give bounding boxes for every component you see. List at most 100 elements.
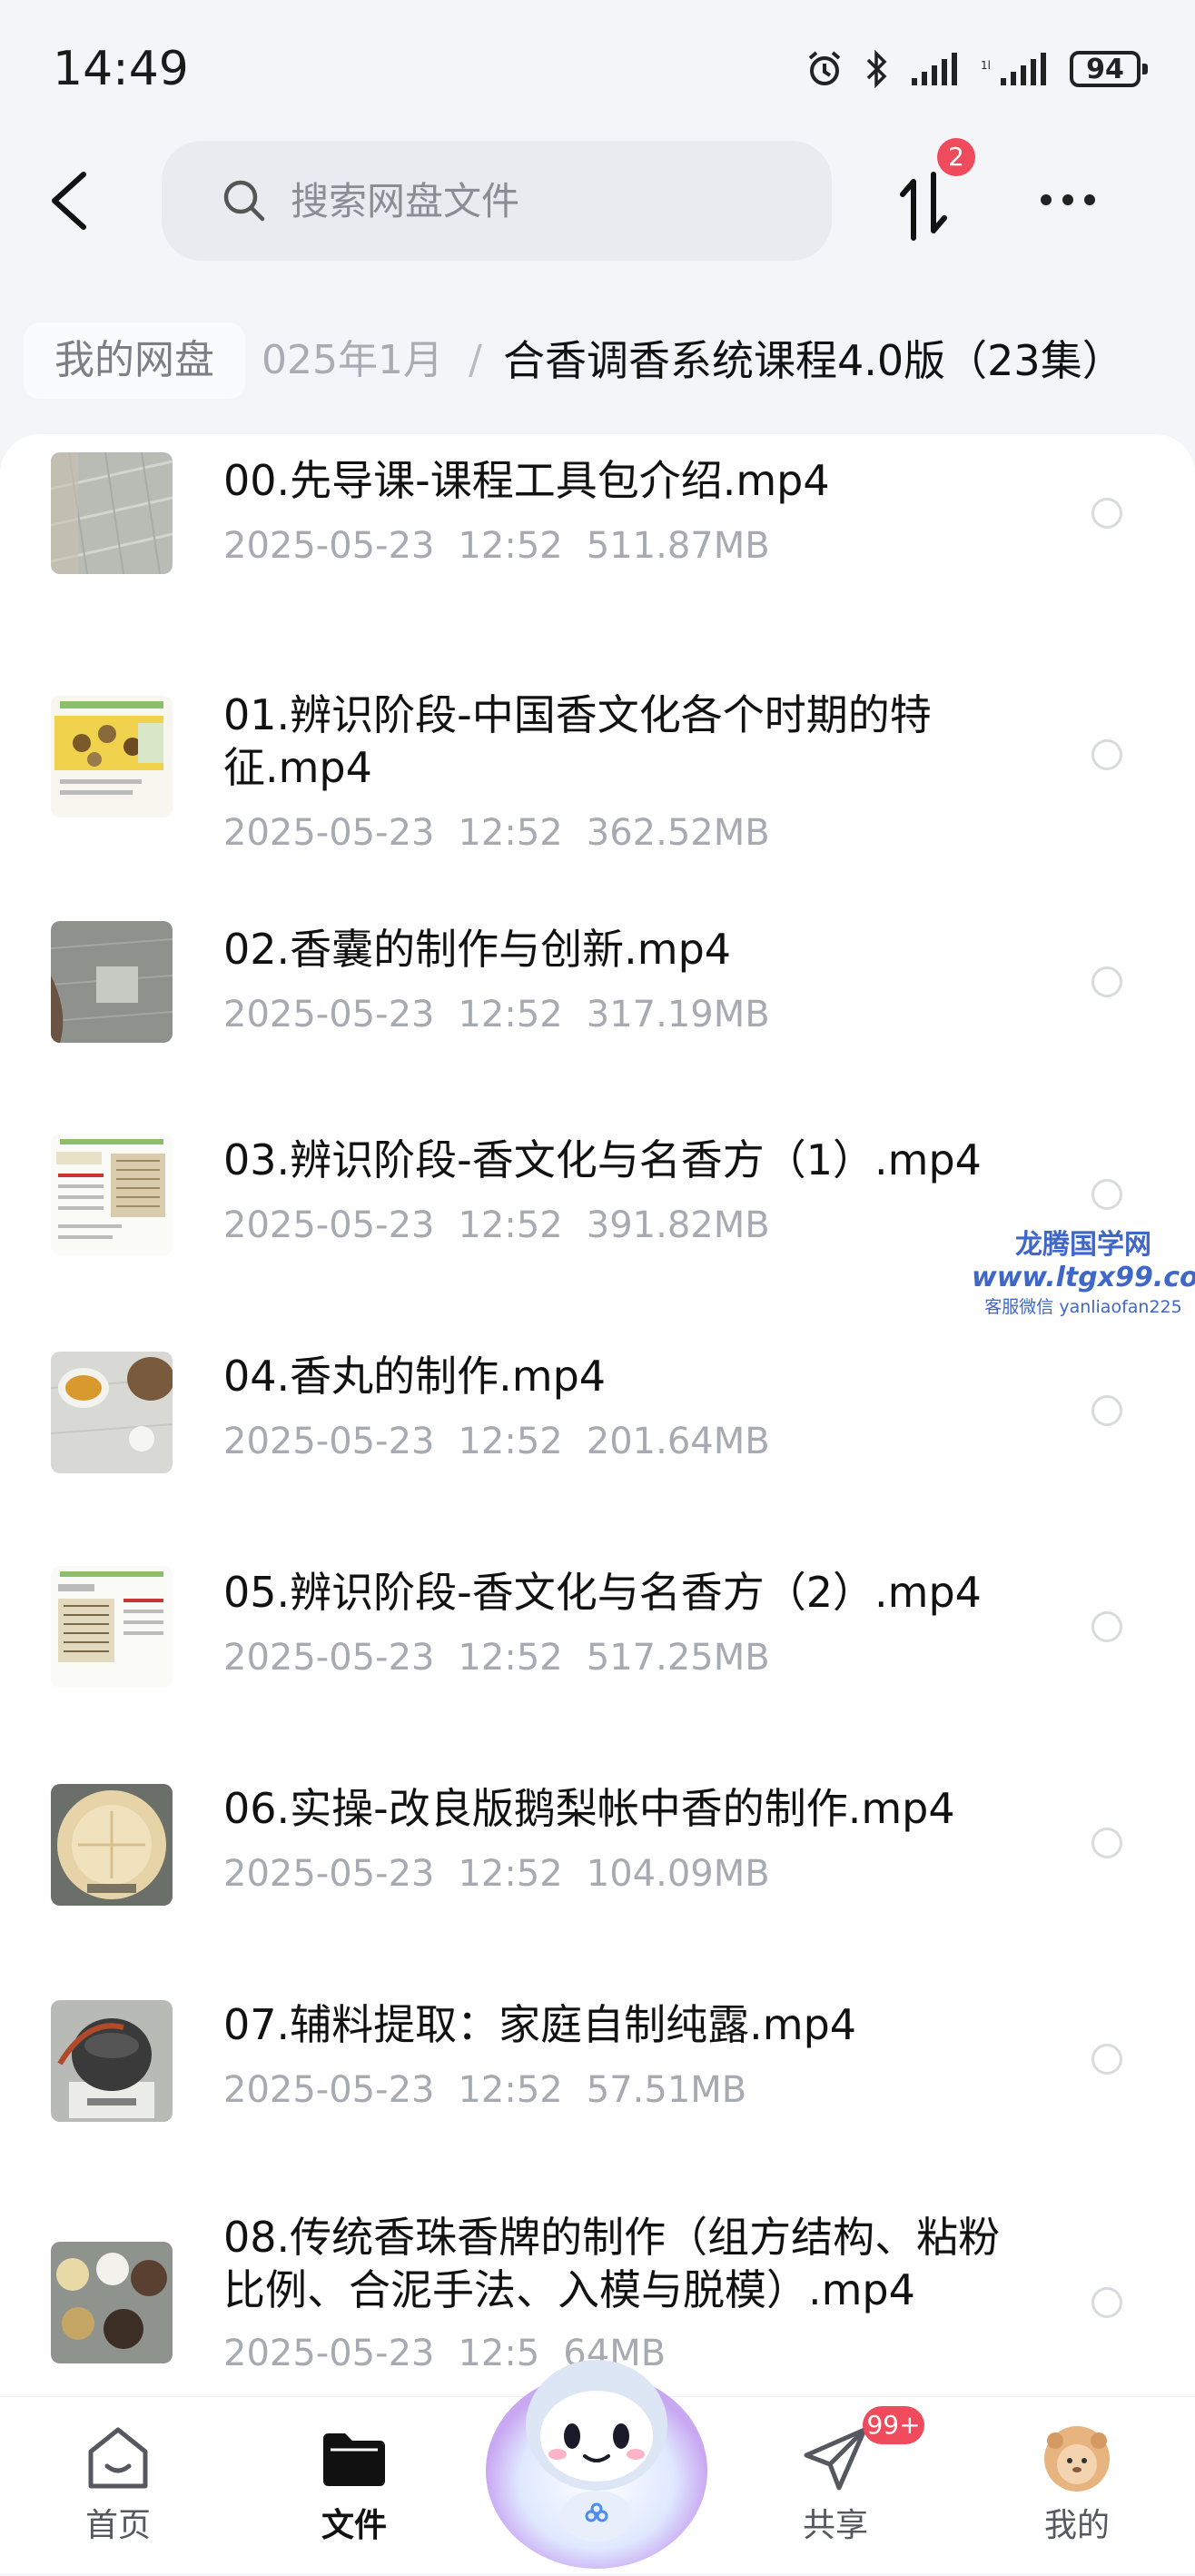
chevron-left-icon xyxy=(52,172,86,230)
tab-home[interactable]: 首页 xyxy=(36,2397,200,2573)
tab-share-label: 共享 xyxy=(802,2507,868,2544)
status-time: 14:49 xyxy=(53,42,189,96)
file-meta: 2025-05-23 12:52 517.25MB xyxy=(223,1637,794,1679)
file-meta: 2025-05-23 12:52 362.52MB xyxy=(223,812,794,854)
file-time: 12:52 xyxy=(458,2069,563,2111)
file-time: 12:52 xyxy=(458,525,563,567)
video-thumbnail xyxy=(51,452,173,574)
signal-icon xyxy=(912,53,957,85)
select-radio[interactable] xyxy=(1091,1395,1122,1426)
breadcrumb-separator: / xyxy=(469,337,482,383)
file-date: 2025-05-23 xyxy=(223,1637,435,1679)
file-date: 2025-05-23 xyxy=(223,1853,435,1895)
breadcrumb-root[interactable]: 我的网盘 xyxy=(24,322,245,399)
video-thumbnail xyxy=(51,921,173,1043)
video-thumbnail xyxy=(51,2242,173,2363)
file-size: 511.87MB xyxy=(586,525,770,567)
transfer-badge: 2 xyxy=(937,138,975,176)
file-name: 08.传统香珠香牌的制作（组方结构、粘粉比例、合泥手法、入模与脱模）.mp4 xyxy=(223,2213,1001,2314)
file-name: 03.辨识阶段-香文化与名香方（1）.mp4 xyxy=(223,1135,982,1184)
signal-icon-2: 1l xyxy=(981,53,1046,85)
file-date: 2025-05-23 xyxy=(223,994,435,1035)
dot-icon xyxy=(1084,194,1095,205)
file-date: 2025-05-23 xyxy=(223,812,435,854)
dot-icon xyxy=(1062,194,1073,205)
select-radio[interactable] xyxy=(1091,1611,1122,1642)
file-date: 2025-05-23 xyxy=(223,2069,435,2111)
paper-plane-icon xyxy=(804,2427,867,2491)
tab-files-label: 文件 xyxy=(321,2507,387,2544)
video-thumbnail xyxy=(51,1134,173,1255)
video-thumbnail xyxy=(51,2000,173,2122)
more-options-button[interactable] xyxy=(1041,182,1113,218)
select-radio[interactable] xyxy=(1091,498,1122,529)
video-thumbnail xyxy=(51,696,173,817)
file-time: 12:52 xyxy=(458,1637,563,1679)
file-meta: 2025-05-23 12:52 57.51MB xyxy=(223,2069,770,2111)
avatar-icon xyxy=(1044,2426,1110,2492)
dot-icon xyxy=(1041,194,1052,205)
transfer-button[interactable]: 2 xyxy=(894,138,975,245)
search-bar[interactable] xyxy=(162,141,832,261)
file-meta: 2025-05-23 12:52 391.82MB xyxy=(223,1204,794,1246)
file-size: 517.25MB xyxy=(586,1637,770,1679)
status-bar: 14:49 1l 94 xyxy=(0,0,1195,136)
home-icon xyxy=(88,2427,148,2489)
select-radio[interactable] xyxy=(1091,1828,1122,1858)
tab-profile-label: 我的 xyxy=(1043,2507,1110,2544)
file-size: 201.64MB xyxy=(586,1421,770,1462)
battery-indicator: 94 xyxy=(1070,51,1148,87)
ai-assistant-button[interactable] xyxy=(481,2334,712,2572)
file-name: 04.香丸的制作.mp4 xyxy=(223,1352,607,1401)
file-date: 2025-05-23 xyxy=(223,525,435,567)
file-size: 391.82MB xyxy=(586,1204,770,1246)
tab-profile[interactable]: 我的 xyxy=(995,2397,1159,2573)
video-thumbnail xyxy=(51,1566,173,1688)
tab-share[interactable]: 99+ 共享 xyxy=(754,2397,924,2573)
select-radio[interactable] xyxy=(1091,739,1122,770)
file-meta: 2025-05-23 12:52 201.64MB xyxy=(223,1421,794,1462)
watermark-contact: 客服微信 yanliaofan225 xyxy=(984,1297,1182,1317)
file-date: 2025-05-23 xyxy=(223,1421,435,1462)
bluetooth-icon xyxy=(866,49,887,89)
file-size: 57.51MB xyxy=(586,2069,747,2111)
file-list: 00.先导课-课程工具包介绍.mp4 2025-05-23 12:52 511.87… xyxy=(0,434,1195,2396)
tab-home-label: 首页 xyxy=(84,2507,151,2544)
select-radio[interactable] xyxy=(1091,2044,1122,2075)
svg-text:1l: 1l xyxy=(981,59,991,72)
file-name: 00.先导课-课程工具包介绍.mp4 xyxy=(223,456,830,505)
back-button[interactable] xyxy=(44,169,98,233)
select-radio[interactable] xyxy=(1091,2287,1122,2318)
file-size: 362.52MB xyxy=(586,812,770,854)
file-time: 12:52 xyxy=(458,812,563,854)
select-radio[interactable] xyxy=(1091,1179,1122,1210)
file-name: 05.辨识阶段-香文化与名香方（2）.mp4 xyxy=(223,1568,982,1617)
file-size: 104.09MB xyxy=(586,1853,770,1895)
alarm-icon xyxy=(808,51,841,85)
file-name: 06.实操-改良版鹅梨帐中香的制作.mp4 xyxy=(223,1784,955,1833)
video-thumbnail xyxy=(51,1352,173,1473)
file-time: 12:52 xyxy=(458,1853,563,1895)
share-badge: 99+ xyxy=(863,2406,924,2444)
video-thumbnail xyxy=(51,1784,173,1906)
file-time: 12:52 xyxy=(458,994,563,1035)
tab-files[interactable]: 文件 xyxy=(272,2397,436,2573)
file-name: 07.辅料提取：家庭自制纯露.mp4 xyxy=(223,2000,857,2049)
file-time: 12:52 xyxy=(458,1421,563,1462)
search-icon xyxy=(223,180,265,222)
folder-icon xyxy=(323,2433,385,2486)
mascot-icon xyxy=(486,2360,707,2569)
select-radio[interactable] xyxy=(1091,966,1122,997)
search-input[interactable] xyxy=(289,177,765,224)
breadcrumb: 我的网盘 025年1月 / 合香调香系统课程4.0版（23集） xyxy=(24,322,1195,399)
file-date: 2025-05-23 xyxy=(223,2333,435,2374)
watermark: 龙腾国学网 www.ltgx99.com 客服微信 yanliaofan225 xyxy=(972,1222,1195,1318)
status-icons: 1l 94 xyxy=(805,49,1148,89)
breadcrumb-parent[interactable]: 025年1月 xyxy=(262,322,443,399)
watermark-title: 龙腾国学网 xyxy=(1015,1229,1151,1261)
file-meta: 2025-05-23 12:52 104.09MB xyxy=(223,1853,794,1895)
file-name: 02.香囊的制作与创新.mp4 xyxy=(223,925,732,974)
file-time: 12:52 xyxy=(458,1204,563,1246)
file-meta: 2025-05-23 12:52 511.87MB xyxy=(223,525,794,567)
file-size: 317.19MB xyxy=(586,994,770,1035)
